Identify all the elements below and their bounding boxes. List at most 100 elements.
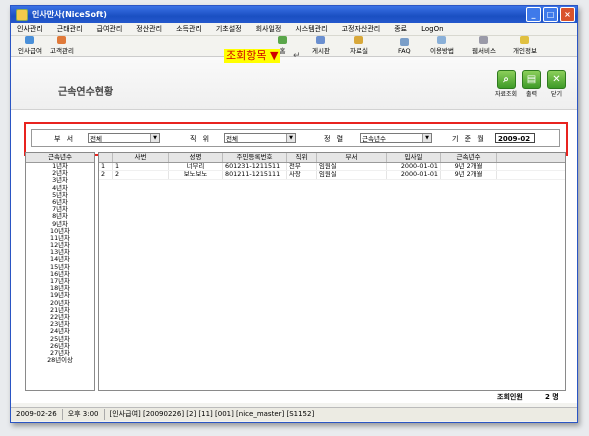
cell-resident-no: 801211-1215111 bbox=[223, 171, 287, 179]
col-resident-no[interactable]: 주민등록번호 bbox=[223, 153, 287, 162]
tenure-list: 근속년수 1년차 2년차 3년차 4년차 5년차 6년차 7년차 8년차 9년차… bbox=[25, 152, 95, 391]
personal-info-icon bbox=[520, 36, 530, 44]
action-label: 출력 bbox=[525, 91, 538, 98]
menu-system[interactable]: 시스템관리 bbox=[295, 24, 327, 34]
col-position[interactable]: 직위 bbox=[287, 153, 317, 162]
tool-label: FAQ bbox=[398, 47, 411, 55]
menu-income[interactable]: 소득관리 bbox=[176, 24, 202, 34]
cell-index: 2 bbox=[99, 171, 113, 179]
dept-select[interactable]: 전체 ▼ bbox=[88, 133, 160, 143]
base-month-input[interactable]: 2009-02 bbox=[495, 133, 535, 143]
condition-fields: 부 서 전체 ▼ 직 위 전체 ▼ 정 렬 근속년수 ▼ 기 준 월 2009-… bbox=[31, 129, 560, 147]
tool-customer[interactable]: 고객관리 bbox=[50, 36, 74, 55]
tool-web-service[interactable]: 웹서비스 bbox=[472, 36, 496, 55]
home-icon bbox=[278, 36, 287, 44]
cell-emp-no: 1 bbox=[113, 163, 169, 171]
sort-value: 근속년수 bbox=[362, 135, 386, 143]
main-window: 인사만사(NiceSoft) _ □ × 인사관리 근태관리 급여관리 정산관리… bbox=[10, 5, 578, 423]
position-label: 직 위 bbox=[190, 135, 212, 143]
page-header: 근속연수현황 ⌕ 자료조회 ▤ 출력 ✕ 닫기 bbox=[11, 57, 577, 110]
tool-label: 이용방법 bbox=[430, 47, 454, 55]
close-action[interactable]: ✕ 닫기 bbox=[547, 70, 566, 98]
cell-dept: 임원실 bbox=[317, 163, 387, 171]
maximize-button[interactable]: □ bbox=[543, 7, 558, 22]
tool-label: 고객관리 bbox=[50, 47, 74, 55]
table-row[interactable]: 1 1 너부리 601231-1211511 전무 임원실 2000-01-01… bbox=[99, 163, 565, 172]
action-label: 자료조회 bbox=[495, 91, 518, 98]
cell-name: 보노보노 bbox=[169, 171, 223, 179]
status-bar: 2009-02-26 오후 3:00 [인사급여] [20090226] [2]… bbox=[11, 407, 577, 421]
payroll-icon bbox=[25, 36, 35, 44]
cell-position: 사장 bbox=[287, 171, 317, 179]
position-value: 전체 bbox=[226, 135, 238, 143]
guide-icon bbox=[437, 36, 447, 44]
grid-header: 사번 성명 주민등록번호 직위 부서 입사일 근속년수 bbox=[99, 153, 565, 163]
web-service-icon bbox=[479, 36, 489, 44]
print-icon: ▤ bbox=[522, 70, 541, 89]
cell-tenure: 9년 2개월 bbox=[441, 171, 497, 179]
dept-label: 부 서 bbox=[54, 135, 76, 143]
position-select[interactable]: 전체 ▼ bbox=[224, 133, 296, 143]
col-join-date[interactable]: 입사일 bbox=[387, 153, 441, 162]
sort-select[interactable]: 근속년수 ▼ bbox=[360, 133, 432, 143]
customer-icon bbox=[57, 36, 67, 44]
search-icon: ⌕ bbox=[496, 70, 516, 89]
tool-board[interactable]: 게시판 bbox=[312, 36, 330, 55]
chevron-down-icon: ▼ bbox=[422, 134, 431, 142]
chevron-down-icon: ▼ bbox=[286, 134, 295, 142]
menu-bar: 인사관리 근태관리 급여관리 정산관리 소득관리 기초설정 회사일정 시스템관리… bbox=[11, 23, 577, 36]
cell-tenure: 9년 2개월 bbox=[441, 163, 497, 171]
cell-name: 너부리 bbox=[169, 163, 223, 171]
minimize-button[interactable]: _ bbox=[526, 7, 541, 22]
menu-payroll[interactable]: 급여관리 bbox=[97, 24, 123, 34]
tool-label: 자료실 bbox=[350, 47, 368, 55]
tool-label: 개인정보 bbox=[513, 47, 537, 55]
list-item[interactable]: 28년이상 bbox=[26, 356, 94, 364]
page-title: 근속연수현황 bbox=[58, 87, 114, 98]
menu-company-schedule[interactable]: 회사일정 bbox=[256, 24, 282, 34]
menu-attendance[interactable]: 근태관리 bbox=[57, 24, 83, 34]
summary-bar: 조회인원 2 명 bbox=[11, 390, 577, 402]
col-index bbox=[99, 153, 113, 162]
search-action[interactable]: ⌕ 자료조회 bbox=[495, 70, 517, 98]
cell-dept: 임원실 bbox=[317, 171, 387, 179]
title-bar: 인사만사(NiceSoft) _ □ × bbox=[11, 6, 577, 23]
tool-label: 게시판 bbox=[312, 47, 330, 55]
app-icon bbox=[16, 8, 28, 21]
tool-library[interactable]: 자료실 bbox=[350, 36, 368, 55]
window-title: 인사만사(NiceSoft) bbox=[32, 10, 107, 19]
base-month-label: 기 준 월 bbox=[452, 135, 486, 143]
print-action[interactable]: ▤ 출력 bbox=[522, 70, 541, 98]
close-icon: ✕ bbox=[547, 70, 566, 89]
close-button[interactable]: × bbox=[560, 7, 575, 22]
cell-emp-no: 2 bbox=[113, 171, 169, 179]
annotation-label: 조회항목 ▼ bbox=[224, 49, 281, 63]
menu-settlement[interactable]: 정산관리 bbox=[136, 24, 162, 34]
tool-guide[interactable]: 이용방법 bbox=[430, 36, 454, 55]
tool-personal-info[interactable]: 개인정보 bbox=[513, 36, 537, 55]
col-dept[interactable]: 부서 bbox=[317, 153, 387, 162]
col-tenure[interactable]: 근속년수 bbox=[441, 153, 497, 162]
condition-panel: 부 서 전체 ▼ 직 위 전체 ▼ 정 렬 근속년수 ▼ 기 준 월 2009-… bbox=[24, 122, 568, 156]
table-row[interactable]: 2 2 보노보노 801211-1215111 사장 임원실 2000-01-0… bbox=[99, 171, 565, 180]
status-time: 오후 3:00 bbox=[63, 409, 105, 420]
tool-label: 웹서비스 bbox=[472, 47, 496, 55]
menu-exit[interactable]: 종료 bbox=[394, 24, 407, 34]
tool-label: 인사급여 bbox=[18, 47, 42, 55]
menu-fixed-assets[interactable]: 고정자산관리 bbox=[342, 24, 381, 34]
tool-hr-payroll[interactable]: 인사급여 bbox=[18, 36, 42, 55]
col-name[interactable]: 성명 bbox=[169, 153, 223, 162]
cell-index: 1 bbox=[99, 163, 113, 171]
menu-basic-settings[interactable]: 기초설정 bbox=[216, 24, 242, 34]
summary-label: 조회인원 bbox=[497, 393, 523, 401]
tool-faq[interactable]: FAQ bbox=[398, 38, 411, 55]
faq-icon bbox=[399, 38, 409, 46]
cell-join-date: 2000-01-01 bbox=[387, 163, 441, 171]
menu-hr[interactable]: 인사관리 bbox=[17, 24, 43, 34]
menu-logon[interactable]: LogOn bbox=[421, 25, 443, 33]
employee-grid: 사번 성명 주민등록번호 직위 부서 입사일 근속년수 1 1 너부리 6012… bbox=[98, 152, 566, 391]
col-emp-no[interactable]: 사번 bbox=[113, 153, 169, 162]
cell-join-date: 2000-01-01 bbox=[387, 171, 441, 179]
chevron-down-icon: ▼ bbox=[150, 134, 159, 142]
cell-position: 전무 bbox=[287, 163, 317, 171]
